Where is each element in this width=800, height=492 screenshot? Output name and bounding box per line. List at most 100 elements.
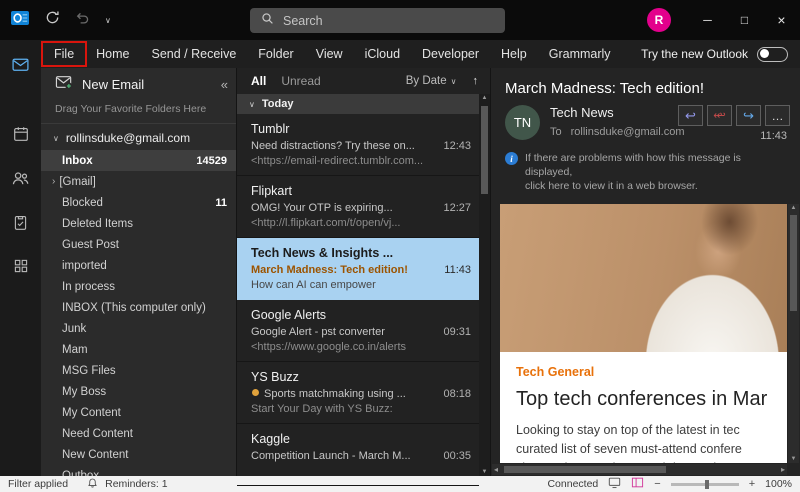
tab-grammarly[interactable]: Grammarly [538,40,622,68]
reading-vertical-scrollbar[interactable]: ▲ ▼ [788,204,799,463]
folder-deleted-items[interactable]: Deleted Items [41,213,236,234]
folder-gmail[interactable]: › [Gmail] [41,171,236,192]
filter-tab-unread[interactable]: Unread [281,74,320,88]
tab-developer[interactable]: Developer [411,40,490,68]
maximize-button[interactable]: □ [726,0,763,40]
tab-view-label: View [316,47,343,61]
new-email-button[interactable]: New Email [82,77,144,92]
undo-icon[interactable] [75,10,90,30]
tab-help[interactable]: Help [490,40,538,68]
reminders-status[interactable]: Reminders: 1 [105,478,167,490]
folder-blocked[interactable]: Blocked 11 [41,192,236,213]
tab-file[interactable]: File [43,40,85,68]
reply-button[interactable]: ↩ [678,105,703,126]
folder-junk[interactable]: Junk [41,318,236,339]
sort-dropdown[interactable]: By Date ∨ [406,75,457,87]
folder-inbox-computer-only[interactable]: INBOX (This computer only) [41,297,236,318]
account-node[interactable]: ∨ rollinsduke@gmail.com [41,124,236,150]
folder-inbox[interactable]: Inbox 14529 [41,150,236,171]
zoom-slider[interactable] [671,483,739,486]
scrollbar-thumb[interactable] [790,215,797,311]
minimize-button[interactable]: ─ [689,0,726,40]
folder-pane: New Email « Drag Your Favorite Folders H… [41,68,236,476]
email-category-link[interactable]: Tech General [516,365,771,379]
tab-home[interactable]: Home [85,40,140,68]
account-avatar[interactable]: R [647,8,671,32]
folder-in-process[interactable]: In process [41,276,236,297]
folder-my-content[interactable]: My Content [41,402,236,423]
collapse-pane-icon[interactable]: « [221,77,228,92]
tab-icloud-label: iCloud [365,47,400,61]
email-item-kaggle[interactable]: Kaggle Competition Launch - March M... 0… [237,424,479,486]
scroll-left-icon[interactable]: ◂ [494,464,498,475]
drag-favorites-hint: Drag Your Favorite Folders Here [41,100,236,124]
folder-guest-post[interactable]: Guest Post [41,234,236,255]
folder-msg-files[interactable]: MSG Files [41,360,236,381]
zoom-level[interactable]: 100% [765,478,792,490]
forward-button[interactable]: ↪ [736,105,761,126]
email-item-ys-buzz[interactable]: YS Buzz Sports matchmaking using ... 08:… [237,362,479,424]
search-bar[interactable] [250,8,505,33]
chevron-right-icon[interactable]: › [52,176,55,187]
folder-label: imported [62,260,107,272]
folder-my-boss[interactable]: My Boss [41,381,236,402]
group-header-today[interactable]: ∨ Today [237,94,490,114]
scrollbar-thumb[interactable] [481,106,488,194]
folder-outbox[interactable]: Outbox [41,465,236,476]
calendar-nav-icon[interactable] [0,119,41,149]
folder-mam[interactable]: Mam [41,339,236,360]
message-list-scrollbar[interactable]: ▲ ▼ [479,94,490,476]
email-subject: Sports matchmaking using ... [264,386,406,402]
zoom-slider-thumb[interactable] [705,480,709,489]
sender-avatar[interactable]: TN [505,105,540,140]
tab-send-receive[interactable]: Send / Receive [141,40,248,68]
email-item-flipkart[interactable]: Flipkart OMG! Your OTP is expiring... 12… [237,176,479,238]
tab-home-label: Home [96,47,129,61]
folder-imported[interactable]: imported [41,255,236,276]
scroll-down-icon[interactable]: ▼ [479,469,490,475]
chevron-down-icon[interactable]: ∨ [53,134,59,143]
people-nav-icon[interactable] [0,163,41,193]
zoom-out-button[interactable]: − [654,478,660,490]
mail-nav-icon[interactable] [0,49,41,79]
sender-name[interactable]: Tech News [550,105,678,121]
folder-label: Junk [62,323,86,335]
email-item-google-alerts[interactable]: Google Alerts Google Alert - pst convert… [237,300,479,362]
email-item-tumblr[interactable]: Tumblr Need distractions? Try these on..… [237,114,479,176]
try-new-outlook-label: Try the new Outlook [641,47,748,61]
filter-tab-all[interactable]: All [251,74,266,88]
customize-toolbar-icon[interactable]: ∨ [105,16,111,25]
to-address[interactable]: rollinsduke@gmail.com [571,126,685,138]
tab-folder[interactable]: Folder [247,40,304,68]
reading-view-icon[interactable] [631,477,644,491]
scroll-down-icon[interactable]: ▼ [788,456,799,462]
apps-nav-icon[interactable] [0,251,41,281]
more-actions-button[interactable]: … [765,105,790,126]
zoom-in-button[interactable]: + [749,478,755,490]
tasks-nav-icon[interactable] [0,207,41,237]
normal-view-icon[interactable] [608,477,621,492]
scroll-up-icon[interactable]: ▲ [479,95,490,101]
email-sender: Kaggle [251,431,471,448]
search-input[interactable] [283,14,494,28]
tab-icloud[interactable]: iCloud [354,40,411,68]
new-outlook-toggle[interactable] [757,47,788,62]
folder-new-content[interactable]: New Content [41,444,236,465]
email-item-tech-news[interactable]: Tech News & Insights ... March Madness: … [237,238,479,300]
email-body-line: showcasing your latest tech innovations [516,459,771,463]
scrollbar-thumb[interactable] [504,466,666,473]
reply-all-button[interactable]: ↩↩ [707,105,732,126]
sort-direction-icon[interactable]: ↑ [473,75,479,87]
scroll-right-icon[interactable]: ▸ [781,464,785,475]
folder-need-content[interactable]: Need Content [41,423,236,444]
close-button[interactable]: × [763,0,800,40]
info-message-line2[interactable]: click here to view it in a web browser. [525,179,786,193]
send-receive-icon[interactable] [45,10,60,30]
message-info-bar: i If there are problems with how this me… [491,148,800,202]
scroll-up-icon[interactable]: ▲ [788,205,799,211]
tab-send-receive-label: Send / Receive [152,47,237,61]
filter-status: Filter applied [8,478,68,490]
folder-label: My Boss [62,386,106,398]
reading-horizontal-scrollbar[interactable]: ◂ ▸ [492,464,787,475]
tab-view[interactable]: View [305,40,354,68]
